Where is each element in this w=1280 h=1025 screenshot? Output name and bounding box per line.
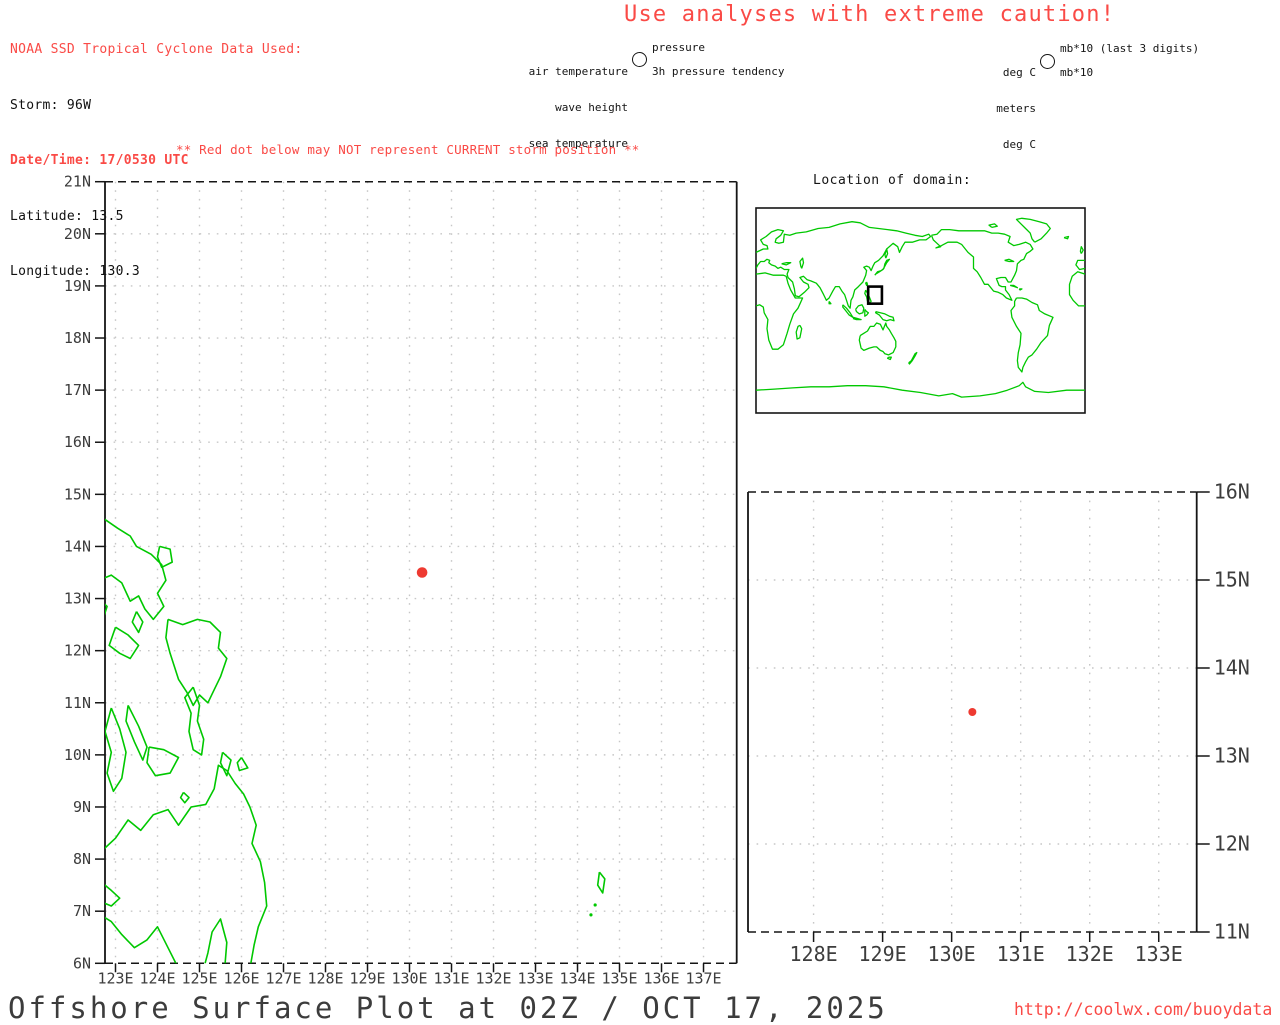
lon-tick-label: 129E	[349, 969, 385, 987]
world-coastline	[852, 316, 862, 321]
world-coastline	[930, 228, 1034, 301]
lon-tick-label: 133E	[1135, 942, 1183, 966]
coastline	[105, 884, 121, 907]
lon-tick-label: 136E	[643, 969, 679, 987]
lat-tick-label: 6N	[73, 954, 91, 972]
world-coastline	[864, 308, 870, 317]
lon-tick-label: 130E	[391, 969, 427, 987]
lon-tick-label: 133E	[517, 969, 553, 987]
world-coastline	[854, 304, 865, 315]
lon-tick-label: 130E	[928, 942, 976, 966]
lon-tick-label: 128E	[307, 969, 343, 987]
world-coastline	[865, 281, 869, 287]
world-coastline	[1009, 284, 1019, 289]
lon-tick-label: 127E	[265, 969, 301, 987]
main-map: 21N 20N 19N 18N 17N 16N 15N 14N 13N 12N 11N 10N 9N 8N…	[64, 173, 738, 987]
lon-tick-label: 123E	[97, 969, 133, 987]
philippines-coastlines	[105, 518, 606, 964]
lon-tick-label: 135E	[601, 969, 637, 987]
lat-tick-label: 21N	[64, 173, 91, 191]
world-coastline	[1068, 271, 1085, 307]
world-coastline	[828, 300, 832, 305]
lat-tick-label: 7N	[73, 902, 91, 920]
lat-tick-label: 18N	[64, 329, 91, 347]
coastline	[108, 626, 140, 660]
lon-tick-label: 125E	[181, 969, 217, 987]
world-coastline	[908, 351, 918, 365]
lat-tick-label: 20N	[64, 225, 91, 243]
world-coastline	[875, 310, 895, 322]
lat-tick-label: 14N	[64, 537, 91, 555]
lat-tick-label: 11N	[1214, 920, 1250, 944]
coastline	[179, 791, 190, 804]
lat-tick-label: 13N	[64, 590, 91, 608]
lon-tick-label: 137E	[685, 969, 721, 987]
storm-dot-inset	[968, 708, 977, 716]
lat-tick-label: 15N	[64, 485, 91, 503]
lon-tick-label: 129E	[859, 942, 907, 966]
domain-rectangle	[866, 285, 884, 305]
lon-tick-label: 131E	[433, 969, 469, 987]
coastline	[165, 618, 228, 707]
coastline	[105, 916, 177, 964]
lat-tick-label: 8N	[73, 850, 91, 868]
lat-tick-label: 13N	[1214, 744, 1250, 768]
lon-tick-label: 132E	[1066, 942, 1114, 966]
world-map-border	[755, 207, 1086, 414]
lon-tick-label: 124E	[139, 969, 175, 987]
world-coastline	[886, 356, 892, 361]
lon-tick-label: 126E	[223, 969, 259, 987]
lon-tick-label: 131E	[997, 942, 1045, 966]
lat-tick-label: 16N	[64, 433, 91, 451]
world-coastline	[756, 272, 804, 350]
islet-dot	[593, 903, 597, 907]
lon-tick-label: 128E	[789, 942, 837, 966]
coastline	[236, 756, 249, 772]
lat-tick-label: 11N	[64, 694, 91, 712]
lat-tick-label: 12N	[64, 642, 91, 660]
lat-tick-label: 19N	[64, 277, 91, 295]
lat-tick-label: 16N	[1214, 480, 1250, 504]
world-coastline	[1079, 246, 1084, 254]
world-coastline	[842, 304, 854, 318]
world-coastline	[781, 262, 792, 266]
lat-tick-label: 10N	[64, 746, 91, 764]
world-coastline	[858, 322, 897, 356]
coastline	[596, 871, 606, 894]
world-coastline	[1018, 288, 1023, 291]
world-coastline	[1004, 258, 1015, 263]
lat-tick-label: 15N	[1214, 568, 1250, 592]
world-coastline	[1063, 235, 1070, 240]
world-map	[755, 207, 1086, 414]
world-coastline	[756, 381, 1085, 398]
inset-map: 16N 15N 14N 13N 12N 11N 128E 129E 130E 131E 132E 13…	[747, 480, 1250, 966]
storm-dot-main	[416, 567, 428, 578]
plot-canvas: 21N 20N 19N 18N 17N 16N 15N 14N 13N 12N 11N 10N 9N 8N…	[64, 173, 1250, 988]
world-coastlines	[756, 217, 1085, 398]
world-coastline	[1075, 259, 1085, 271]
islet-dot	[589, 913, 593, 917]
source-url: http://coolwx.com/buoydata	[1014, 1000, 1273, 1019]
lat-tick-label: 9N	[73, 798, 91, 816]
world-coastline	[1010, 297, 1054, 373]
lat-tick-label: 12N	[1214, 832, 1250, 856]
plot-title: Offshore Surface Plot at 02Z / OCT 17, 2…	[8, 991, 888, 1025]
lat-tick-label: 14N	[1214, 656, 1250, 680]
world-coastline	[795, 324, 803, 340]
world-coastline	[756, 221, 932, 309]
lon-tick-label: 134E	[559, 969, 595, 987]
coastline	[146, 746, 180, 777]
world-coastline	[1015, 217, 1051, 243]
coastline	[156, 545, 173, 569]
coastline	[204, 918, 228, 964]
lat-tick-label: 17N	[64, 381, 91, 399]
coastline	[219, 751, 232, 777]
coastline	[105, 518, 167, 621]
lon-tick-label: 132E	[475, 969, 511, 987]
world-coastline	[799, 257, 805, 269]
coastline	[131, 611, 144, 634]
world-coastline	[988, 223, 998, 229]
coastline	[105, 764, 268, 964]
coastline	[125, 705, 148, 761]
